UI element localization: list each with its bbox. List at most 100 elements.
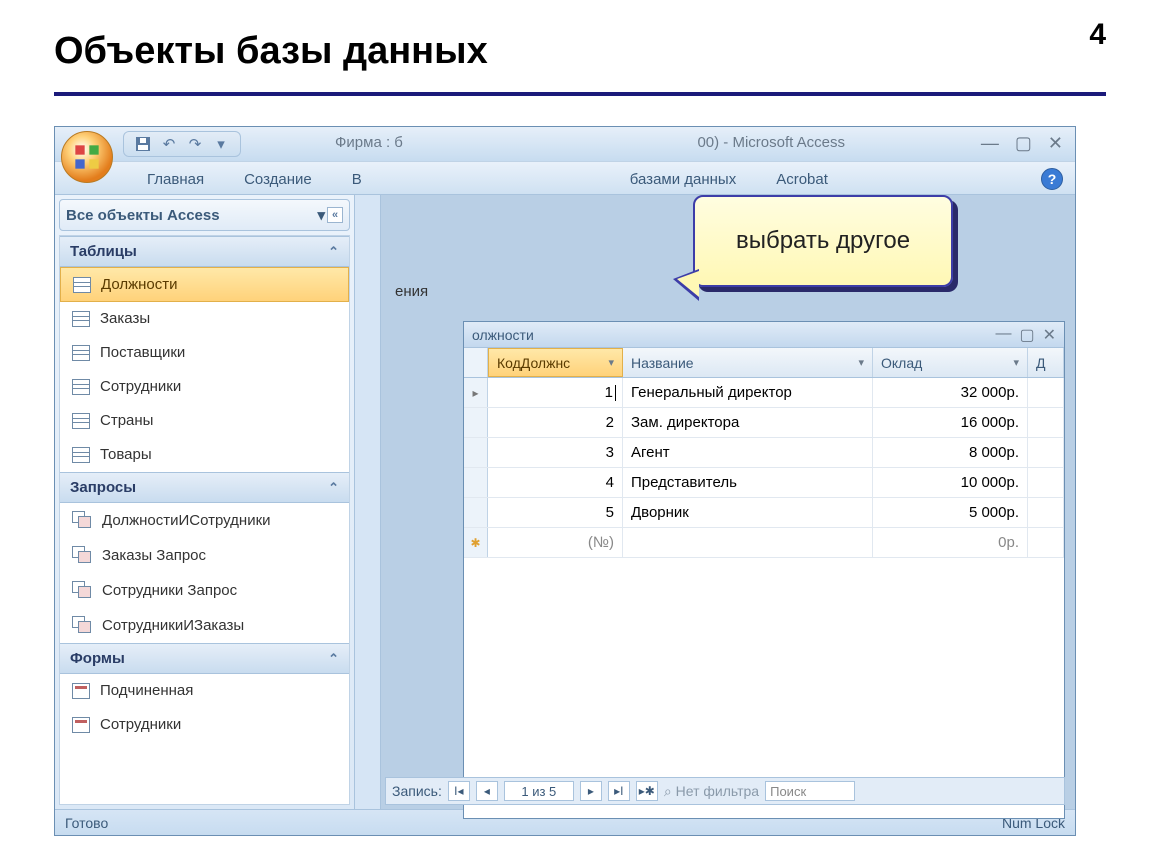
cell-salary[interactable]: 5 000р. xyxy=(873,498,1028,527)
nav-group-table[interactable]: Таблицы⌃ xyxy=(60,236,349,267)
nav-collapse-button[interactable]: « xyxy=(327,207,343,223)
recnav-new[interactable]: ▸✱ xyxy=(636,781,658,801)
nav-item-table[interactable]: Сотрудники xyxy=(60,370,349,404)
cell-extra[interactable] xyxy=(1028,468,1064,497)
table-row[interactable]: 4Представитель10 000р. xyxy=(464,468,1064,498)
filter-label: Нет фильтра xyxy=(676,783,759,799)
row-selector[interactable] xyxy=(464,408,488,437)
status-left: Готово xyxy=(65,815,108,831)
column-salary-dropdown-icon[interactable]: ▾ xyxy=(1013,356,1019,369)
tab-home[interactable]: Главная xyxy=(141,165,210,194)
tab-database-tools-partial[interactable]: базами данных xyxy=(624,165,742,194)
recnav-search[interactable]: Поиск xyxy=(765,781,855,801)
mdi-minimize[interactable]: — xyxy=(995,325,1011,345)
cell-salary[interactable]: 32 000р. xyxy=(873,378,1028,407)
row-selector[interactable]: ▸ xyxy=(464,378,488,407)
close-button[interactable]: ✕ xyxy=(1044,133,1067,154)
tab-external-partial[interactable]: В xyxy=(346,165,368,194)
nav-item-table[interactable]: Страны xyxy=(60,404,349,438)
nav-item-query[interactable]: Сотрудники Запрос xyxy=(60,573,349,608)
cell-id[interactable]: 2 xyxy=(488,408,623,437)
table-row[interactable]: 5Дворник5 000р. xyxy=(464,498,1064,528)
mdi-close[interactable]: ✕ xyxy=(1043,325,1056,345)
cell-name[interactable]: Агент xyxy=(623,438,873,467)
nav-item-query[interactable]: Заказы Запрос xyxy=(60,538,349,573)
cell-id[interactable]: 1 xyxy=(488,378,623,407)
nav-item-query[interactable]: СотрудникиИЗаказы xyxy=(60,608,349,643)
recnav-first[interactable]: I◂ xyxy=(448,781,470,801)
nav-item-form[interactable]: Подчиненная xyxy=(60,674,349,708)
select-all-cell[interactable] xyxy=(464,348,488,377)
cell-extra[interactable] xyxy=(1028,528,1064,557)
titlebar: ↶ ↷ ▾ Фирма : б 00) - Microsoft Access —… xyxy=(55,127,1075,161)
nav-item-table[interactable]: Должности xyxy=(60,267,349,302)
maximize-button[interactable]: ▢ xyxy=(1011,133,1036,154)
row-selector[interactable] xyxy=(464,468,488,497)
grid-header: КодДолжнс ▾ Название ▾ Оклад ▾ Д xyxy=(464,348,1064,378)
recnav-last[interactable]: ▸I xyxy=(608,781,630,801)
nav-shutter[interactable] xyxy=(355,195,381,809)
nav-item-label: ДолжностиИСотрудники xyxy=(102,512,271,529)
cell-extra[interactable] xyxy=(1028,378,1064,407)
recnav-prev[interactable]: ◂ xyxy=(476,781,498,801)
office-logo-icon xyxy=(73,143,101,171)
cell-salary[interactable]: 0р. xyxy=(873,528,1028,557)
minimize-button[interactable]: — xyxy=(977,133,1003,154)
cell-name[interactable]: Зам. директора xyxy=(623,408,873,437)
column-id[interactable]: КодДолжнс ▾ xyxy=(488,348,623,377)
cell-extra[interactable] xyxy=(1028,408,1064,437)
recnav-position[interactable]: 1 из 5 xyxy=(504,781,574,801)
nav-group-query[interactable]: Запросы⌃ xyxy=(60,472,349,503)
table-row[interactable]: ▸1Генеральный директор32 000р. xyxy=(464,378,1064,408)
qat-dropdown-icon[interactable]: ▾ xyxy=(212,135,230,153)
table-row[interactable]: 3Агент8 000р. xyxy=(464,438,1064,468)
datasheet-titlebar: олжности — ▢ ✕ xyxy=(464,322,1064,348)
nav-item-table[interactable]: Заказы xyxy=(60,302,349,336)
table-row[interactable]: 2Зам. директора16 000р. xyxy=(464,408,1064,438)
cell-extra[interactable] xyxy=(1028,438,1064,467)
cell-id[interactable]: 5 xyxy=(488,498,623,527)
tab-acrobat[interactable]: Acrobat xyxy=(770,165,834,194)
row-selector[interactable] xyxy=(464,438,488,467)
nav-item-table[interactable]: Поставщики xyxy=(60,336,349,370)
nav-item-query[interactable]: ДолжностиИСотрудники xyxy=(60,503,349,538)
column-id-label: КодДолжнс xyxy=(497,355,570,371)
recnav-filter[interactable]: ⌕ Нет фильтра xyxy=(664,783,759,800)
tab-create[interactable]: Создание xyxy=(238,165,318,194)
cell-extra[interactable] xyxy=(1028,498,1064,527)
nav-group-form[interactable]: Формы⌃ xyxy=(60,643,349,674)
help-button[interactable]: ? xyxy=(1041,168,1063,190)
cell-id[interactable]: 4 xyxy=(488,468,623,497)
column-name-dropdown-icon[interactable]: ▾ xyxy=(858,356,864,369)
cell-salary[interactable]: 16 000р. xyxy=(873,408,1028,437)
cell-name[interactable]: Генеральный директор xyxy=(623,378,873,407)
cell-id[interactable]: (№) xyxy=(488,528,623,557)
recnav-next[interactable]: ▸ xyxy=(580,781,602,801)
table-row-new[interactable]: (№) 0р. xyxy=(464,528,1064,558)
cell-salary[interactable]: 10 000р. xyxy=(873,468,1028,497)
column-extra[interactable]: Д xyxy=(1028,348,1064,377)
column-name[interactable]: Название ▾ xyxy=(623,348,873,377)
nav-item-table[interactable]: Товары xyxy=(60,438,349,472)
undo-icon[interactable]: ↶ xyxy=(160,135,178,153)
nav-dropdown-icon[interactable]: ▾ xyxy=(317,206,325,224)
row-selector-new[interactable] xyxy=(464,528,488,557)
slide-number: 4 xyxy=(1089,18,1106,52)
save-icon[interactable] xyxy=(134,135,152,153)
office-button[interactable] xyxy=(61,131,113,183)
cell-salary[interactable]: 8 000р. xyxy=(873,438,1028,467)
nav-pane-header[interactable]: Все объекты Access ▾ « xyxy=(59,199,350,231)
cell-id[interactable]: 3 xyxy=(488,438,623,467)
column-id-dropdown-icon[interactable]: ▾ xyxy=(608,356,614,369)
nav-item-label: Подчиненная xyxy=(100,682,193,699)
cell-name[interactable] xyxy=(623,528,873,557)
redo-icon[interactable]: ↷ xyxy=(186,135,204,153)
nav-item-form[interactable]: Сотрудники xyxy=(60,708,349,742)
row-selector[interactable] xyxy=(464,498,488,527)
cell-name[interactable]: Дворник xyxy=(623,498,873,527)
nav-item-label: Страны xyxy=(100,412,153,429)
column-salary[interactable]: Оклад ▾ xyxy=(873,348,1028,377)
table-icon xyxy=(72,345,90,361)
cell-name[interactable]: Представитель xyxy=(623,468,873,497)
mdi-maximize[interactable]: ▢ xyxy=(1019,325,1034,345)
